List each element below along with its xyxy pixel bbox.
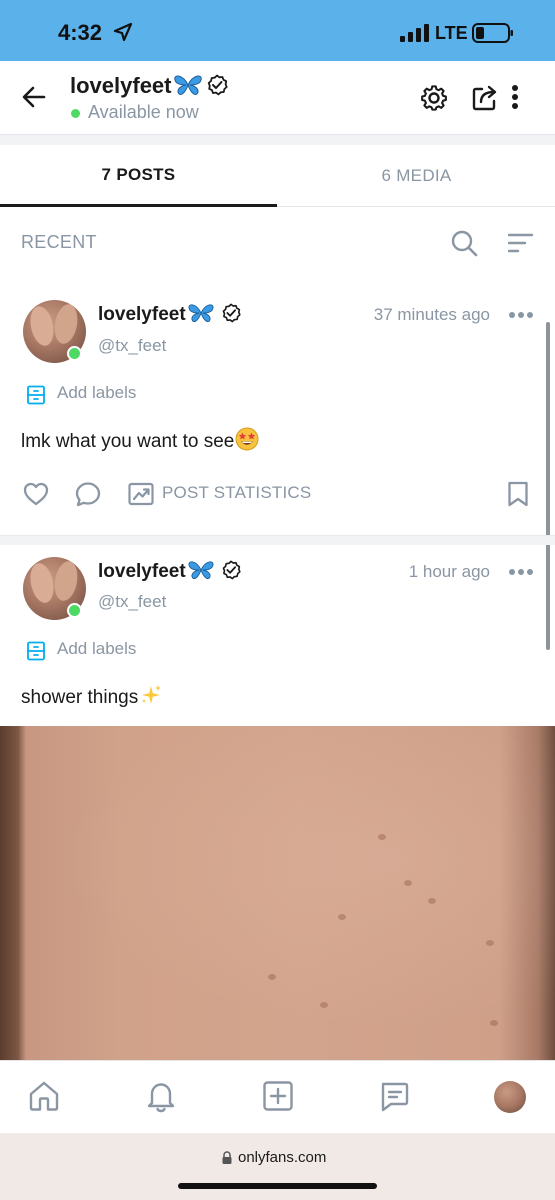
scrollbar[interactable] — [546, 322, 550, 650]
media-texture — [268, 974, 276, 980]
bookmark-icon[interactable] — [504, 480, 532, 508]
post-author-name: lovelyfeet — [98, 304, 186, 325]
post-media-image[interactable] — [0, 726, 555, 1060]
post-text: lmk what you want to see — [21, 427, 259, 453]
profile-tabs: 7 POSTS 6 MEDIA — [0, 145, 555, 207]
labels-icon[interactable] — [26, 385, 46, 405]
more-vertical-icon[interactable] — [505, 83, 525, 113]
post-timestamp[interactable]: 1 hour ago — [290, 562, 490, 582]
media-texture — [338, 914, 346, 920]
media-texture — [428, 898, 436, 904]
url-text[interactable]: onlyfans.com — [238, 1149, 326, 1166]
post-handle[interactable]: @tx_feet — [98, 592, 166, 612]
post-statistics-button[interactable]: POST STATISTICS — [162, 483, 311, 503]
availability-status: Available now — [88, 102, 199, 122]
avatar-image-part — [51, 559, 81, 603]
avatar-image-part — [51, 302, 81, 346]
settings-gear-icon[interactable] — [419, 83, 449, 113]
header-title: lovelyfeet — [70, 73, 228, 99]
verified-badge-icon — [207, 74, 228, 96]
tab-posts[interactable]: 7 POSTS — [0, 145, 277, 207]
online-status-dot — [71, 109, 80, 118]
sort-label[interactable]: RECENT — [21, 232, 97, 253]
browser-url-bar[interactable] — [0, 1133, 555, 1200]
avatar-image-part — [27, 561, 57, 605]
butterfly-emoji-icon — [173, 75, 202, 95]
profile-avatar-button[interactable] — [494, 1081, 526, 1113]
battery-icon — [472, 23, 513, 43]
avatar-online-dot — [67, 346, 82, 361]
post-statistics-icon[interactable] — [127, 480, 155, 508]
post-text-content: lmk what you want to see — [21, 431, 235, 452]
avatar-online-dot — [67, 603, 82, 618]
media-texture — [490, 1020, 498, 1026]
back-arrow-icon[interactable] — [20, 83, 48, 111]
verified-badge-icon — [222, 303, 241, 323]
home-icon[interactable] — [27, 1079, 61, 1113]
post-author[interactable]: lovelyfeet — [98, 303, 241, 326]
add-post-icon[interactable] — [261, 1079, 295, 1113]
media-shading — [0, 726, 555, 1060]
header-separator — [0, 135, 555, 145]
post-handle[interactable]: @tx_feet — [98, 336, 166, 356]
notifications-bell-icon[interactable] — [144, 1079, 178, 1113]
status-bar: 4:32 LTE — [0, 0, 555, 61]
sort-filter-icon[interactable] — [506, 231, 534, 255]
share-icon[interactable] — [470, 83, 500, 113]
butterfly-emoji-icon — [188, 304, 214, 323]
like-heart-icon[interactable] — [22, 480, 50, 508]
post-divider — [0, 535, 555, 545]
add-labels-link[interactable]: Add labels — [57, 383, 136, 403]
network-type: LTE — [435, 23, 468, 43]
post-text: shower things — [21, 683, 163, 709]
tab-media[interactable]: 6 MEDIA — [278, 145, 555, 207]
post-more-icon[interactable] — [508, 568, 534, 576]
star-struck-emoji-icon — [235, 427, 259, 451]
location-arrow-icon — [113, 22, 133, 42]
search-icon[interactable] — [450, 229, 478, 257]
sparkles-emoji-icon — [142, 685, 162, 704]
bottom-navigation — [0, 1060, 555, 1133]
media-texture — [320, 1002, 328, 1008]
post-timestamp[interactable]: 37 minutes ago — [290, 305, 490, 325]
media-texture — [404, 880, 412, 886]
verified-badge-icon — [222, 560, 241, 580]
add-labels-link[interactable]: Add labels — [57, 639, 136, 659]
messages-icon[interactable] — [377, 1079, 411, 1113]
post-author-name: lovelyfeet — [98, 561, 186, 582]
media-texture — [486, 940, 494, 946]
header-name-text: lovelyfeet — [70, 73, 172, 98]
signal-strength-icon — [400, 24, 429, 42]
post-text-content: shower things — [21, 687, 139, 708]
status-time: 4:32 — [58, 20, 103, 45]
post-more-icon[interactable] — [508, 311, 534, 319]
lock-icon — [222, 1151, 232, 1164]
profile-header: lovelyfeet Available now — [0, 61, 555, 135]
media-texture — [378, 834, 386, 840]
post-author[interactable]: lovelyfeet — [98, 560, 241, 583]
comment-bubble-icon[interactable] — [74, 480, 102, 508]
labels-icon[interactable] — [26, 641, 46, 661]
avatar-image-part — [27, 304, 57, 348]
butterfly-emoji-icon — [188, 561, 214, 580]
home-indicator[interactable] — [178, 1183, 377, 1189]
